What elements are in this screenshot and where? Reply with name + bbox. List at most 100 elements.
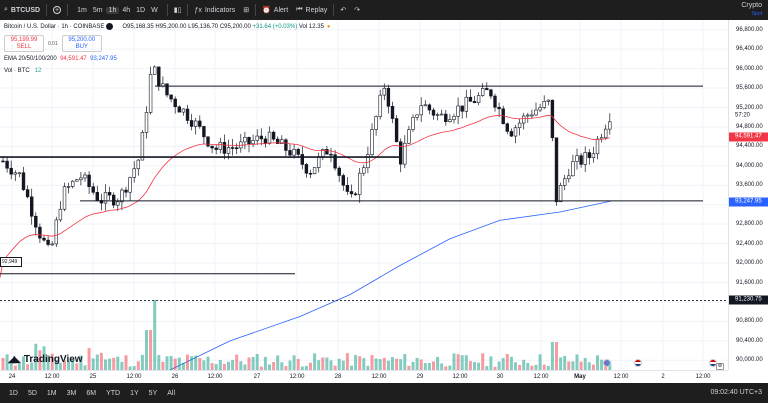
- time-axis[interactable]: 24 12:00 25 12:00 26 12:00 27 12:00 28 12:00 29 12:…: [0, 370, 728, 383]
- us-flag-icon[interactable]: [634, 359, 642, 367]
- range-3m[interactable]: 3M: [62, 390, 82, 397]
- range-6m[interactable]: 6M: [81, 390, 101, 397]
- range-ytd[interactable]: YTD: [101, 390, 125, 397]
- candle-body: [550, 99, 555, 139]
- volume-bar: [329, 360, 333, 370]
- candle-body: [42, 237, 46, 241]
- time-tick: 27: [253, 374, 261, 380]
- timeframe-w[interactable]: W: [148, 7, 161, 14]
- volume-bar: [555, 342, 558, 370]
- buy-button[interactable]: 95,200.00 BUY: [61, 35, 102, 52]
- volume-bar: [317, 360, 321, 370]
- redo-button[interactable]: ↷: [350, 0, 364, 20]
- chart-area[interactable]: Bitcoin / U.S. Dollar · 1h · COINBASE O9…: [0, 20, 768, 383]
- layouts-button[interactable]: ⊞: [239, 0, 253, 20]
- spread-value: 0.01: [48, 40, 58, 47]
- candle-body: [587, 152, 592, 159]
- candle-body: [173, 98, 177, 108]
- candle-body: [419, 105, 423, 116]
- volume-legend[interactable]: Vol · BTC 12: [4, 68, 41, 74]
- indicators-button[interactable]: ƒx Indicators: [190, 0, 239, 20]
- volume-bar: [579, 361, 583, 370]
- candle-body: [210, 145, 214, 149]
- price-axis[interactable]: 96,800.00 96,400.00 96,000.00 95,600.00 95,2…: [728, 20, 768, 370]
- ema-slow-line: [169, 200, 613, 370]
- range-all[interactable]: All: [162, 390, 180, 397]
- candle-body: [583, 152, 587, 165]
- timeframe-1d[interactable]: 1D: [133, 7, 148, 14]
- candle-body: [62, 186, 67, 210]
- symbol-search[interactable]: ⌕ BTCUSD: [0, 0, 44, 20]
- replay-button[interactable]: ⏮ Replay: [292, 0, 331, 20]
- price-tick: 95,200.00: [736, 104, 763, 111]
- candle-body: [169, 94, 173, 100]
- volume-bar: [272, 362, 276, 370]
- alarm-icon: ⏰: [262, 7, 271, 14]
- candle-body: [304, 164, 309, 174]
- timeframe-4h[interactable]: 4h: [119, 7, 133, 14]
- sell-button[interactable]: 95,199.99 SELL: [4, 35, 44, 52]
- candle-body: [452, 116, 456, 120]
- volume-bar: [190, 356, 194, 370]
- price-tick: 92,400.00: [736, 240, 763, 247]
- volume-bar: [563, 355, 567, 370]
- candle-body: [181, 108, 186, 113]
- candle-body: [71, 180, 75, 187]
- volume-bar: [95, 354, 99, 370]
- chart-canvas[interactable]: [0, 20, 728, 370]
- candle-body: [284, 139, 288, 151]
- timeframe-1h[interactable]: 1h: [105, 6, 120, 14]
- time-tick: 12:00: [126, 374, 142, 380]
- market-type[interactable]: Crypto Spot: [741, 2, 762, 18]
- volume-bar: [378, 359, 382, 370]
- volume-bar: [415, 357, 419, 370]
- candle-body: [345, 184, 350, 192]
- candle-body: [493, 95, 497, 108]
- clock[interactable]: 09:02:40 UTC+3: [710, 389, 762, 396]
- compare-button[interactable]: +: [49, 0, 65, 20]
- volume-bar: [280, 362, 284, 370]
- candle-body: [312, 167, 317, 175]
- timeframe-group: 1m 5m 1h 4h 1D W: [70, 0, 165, 20]
- candle-body: [575, 155, 579, 162]
- range-1d[interactable]: 1D: [4, 390, 23, 397]
- candle-body: [251, 140, 255, 145]
- candle-body: [300, 154, 304, 165]
- candle-body: [140, 132, 145, 161]
- time-tick: May: [574, 374, 586, 380]
- range-1y[interactable]: 1Y: [125, 390, 144, 397]
- range-5y[interactable]: 5Y: [144, 390, 163, 397]
- candle-body: [489, 89, 493, 97]
- time-tick: 12:00: [44, 374, 60, 380]
- timeframe-5m[interactable]: 5m: [90, 7, 106, 14]
- candle-body: [382, 88, 386, 96]
- legend-title: Bitcoin / U.S. Dollar · 1h · COINBASE: [4, 23, 105, 30]
- volume-bar: [231, 359, 235, 370]
- range-5d[interactable]: 5D: [23, 390, 42, 397]
- candle-body: [579, 155, 583, 165]
- volume-bar: [382, 357, 386, 370]
- volume-bar: [198, 358, 202, 370]
- volume-bar: [206, 356, 210, 370]
- time-tick: 12:00: [371, 374, 387, 380]
- candle-body: [509, 131, 514, 137]
- ema-legend[interactable]: EMA 20/50/100/200 94,591.47 93,247.95: [4, 56, 117, 62]
- range-1m[interactable]: 1M: [42, 390, 62, 397]
- price-pane[interactable]: Bitcoin / U.S. Dollar · 1h · COINBASE O9…: [0, 20, 728, 370]
- candle-body: [554, 137, 559, 203]
- alert-button[interactable]: ⏰ Alert: [258, 0, 292, 20]
- event-icon[interactable]: [603, 359, 611, 367]
- candle-body: [480, 88, 485, 96]
- undo-button[interactable]: ↶: [336, 0, 350, 20]
- volume-bar: [145, 330, 148, 370]
- candle-body: [599, 137, 604, 140]
- chart-type-button[interactable]: ▮▯: [170, 0, 186, 20]
- tradingview-logo[interactable]: ◢◣ TradingView: [8, 354, 83, 365]
- scale-settings-icon[interactable]: ⚙: [716, 363, 724, 370]
- time-tick: 26: [171, 374, 179, 380]
- indicators-icon: ƒx: [194, 6, 202, 14]
- volume-bar: [411, 361, 415, 370]
- volume-bar: [161, 361, 165, 370]
- candle-body: [124, 189, 128, 193]
- timeframe-1m[interactable]: 1m: [74, 7, 90, 14]
